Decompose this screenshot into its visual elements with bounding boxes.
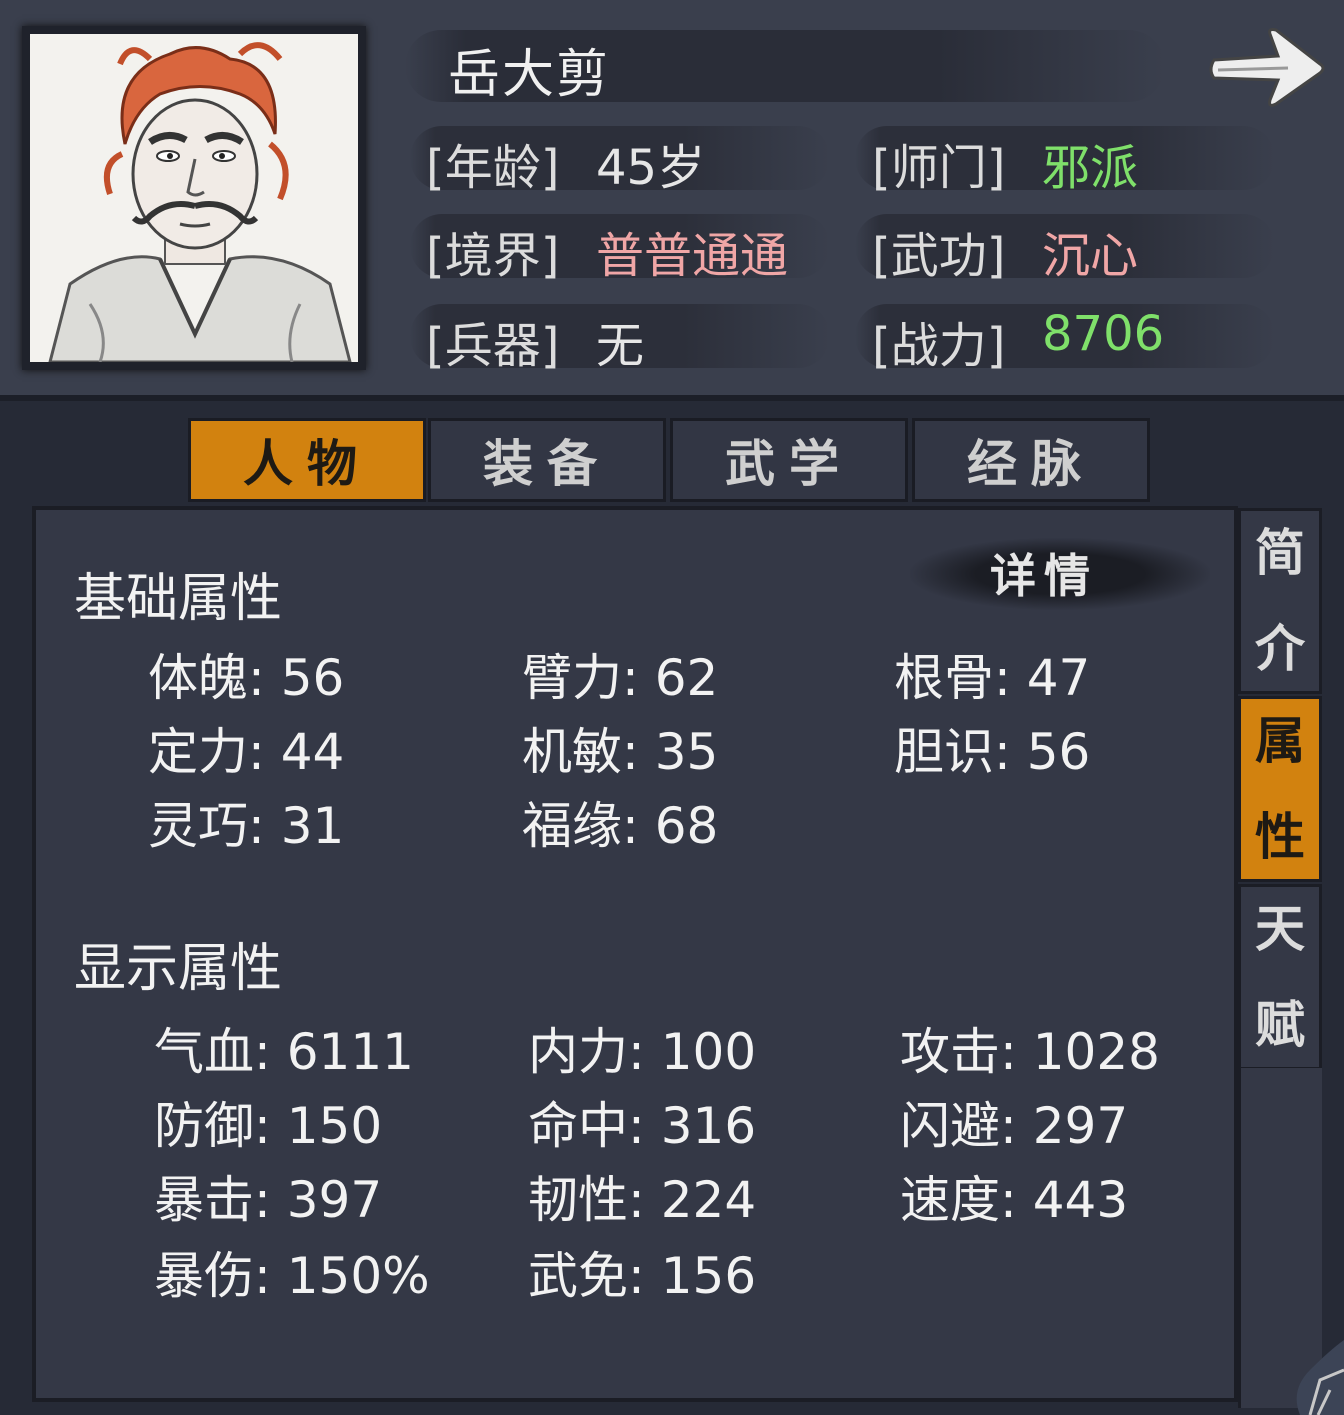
power-value: 8706: [1042, 306, 1165, 362]
age-value: 45岁: [596, 140, 706, 196]
side-tab-attributes[interactable]: 属 性: [1238, 696, 1322, 882]
stat-fortune: 福缘: 68: [522, 797, 719, 855]
stat-crit-damage: 暴伤: 150%: [154, 1247, 430, 1305]
stat-martial-immunity: 武免: 156: [528, 1247, 757, 1305]
age-label: [年龄]: [426, 140, 560, 196]
skill-label: [武功]: [872, 228, 1006, 284]
tab-meridians[interactable]: 经脉: [912, 418, 1150, 502]
side-tab-intro[interactable]: 简 介: [1238, 508, 1322, 694]
weapon-value: 无: [596, 318, 645, 374]
stat-agility: 机敏: 35: [522, 723, 719, 781]
stat-strength: 臂力: 62: [522, 649, 719, 707]
tab-equipment[interactable]: 装备: [428, 418, 666, 502]
stat-composure: 定力: 44: [148, 723, 345, 781]
stat-crit: 暴击: 397: [154, 1171, 383, 1229]
sect-value: 邪派: [1042, 140, 1139, 196]
character-portrait: [30, 34, 358, 362]
corner-decoration-icon: [1296, 1340, 1344, 1415]
detail-button[interactable]: 详情: [990, 540, 1098, 606]
stat-physique: 体魄: 56: [148, 649, 345, 707]
portrait-frame: [22, 26, 366, 370]
stat-dodge: 闪避: 297: [900, 1097, 1129, 1155]
tab-character[interactable]: 人物: [188, 418, 426, 502]
basic-attributes-title: 基础属性: [74, 569, 283, 629]
realm-label: [境界]: [426, 228, 560, 284]
stat-dexterity: 灵巧: 31: [148, 797, 345, 855]
stat-hp: 气血: 6111: [154, 1023, 414, 1081]
side-tab-label: 性: [1255, 807, 1305, 866]
sect-label: [师门]: [872, 140, 1006, 196]
stat-bone: 根骨: 47: [894, 649, 1091, 707]
skill-value: 沉心: [1042, 228, 1139, 284]
stat-inner-power: 内力: 100: [528, 1023, 757, 1081]
power-label: [战力]: [872, 318, 1006, 374]
stat-hit: 命中: 316: [528, 1097, 757, 1155]
stat-speed: 速度: 443: [900, 1171, 1129, 1229]
stat-attack: 攻击: 1028: [900, 1023, 1160, 1081]
side-tab-talent[interactable]: 天 赋: [1238, 884, 1322, 1070]
arrow-right-icon[interactable]: [1208, 26, 1326, 108]
side-tab-label: 赋: [1255, 995, 1305, 1054]
stat-toughness: 韧性: 224: [528, 1171, 757, 1229]
display-attributes-title: 显示属性: [74, 939, 283, 999]
realm-value: 普普通通: [596, 228, 789, 284]
side-tab-label: 简: [1255, 523, 1305, 582]
character-name: 岳大剪: [448, 45, 611, 105]
character-header: 岳大剪 [年龄] 45岁 [境界] 普普通通 [兵器] 无 [师门] 邪派 [武…: [0, 0, 1344, 401]
weapon-label: [兵器]: [426, 318, 560, 374]
tab-martial-arts[interactable]: 武学: [670, 418, 908, 502]
side-tab-label: 天: [1255, 899, 1305, 958]
side-tab-label: 属: [1255, 711, 1305, 770]
side-tab-label: 介: [1255, 619, 1305, 678]
stat-courage: 胆识: 56: [894, 723, 1091, 781]
stat-defense: 防御: 150: [154, 1097, 383, 1155]
